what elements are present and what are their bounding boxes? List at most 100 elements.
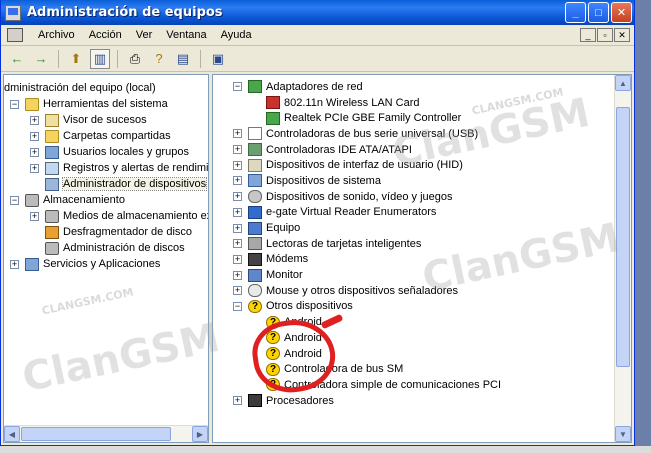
console-tree-item[interactable]: + Registros y alertas de rendimiento <box>4 160 208 176</box>
device-tree-item[interactable]: ? Controladora de bus SM <box>213 361 631 377</box>
scroll-left-arrow-icon[interactable]: ◀ <box>4 426 20 442</box>
scan-hardware-icon[interactable]: ▣ <box>208 49 228 69</box>
console-tree-item[interactable]: − Almacenamiento <box>4 192 208 208</box>
scrollbar-thumb[interactable] <box>616 107 630 367</box>
up-folder-icon[interactable]: ⬆ <box>66 49 86 69</box>
device-tree-item[interactable]: Realtek PCIe GBE Family Controller <box>213 110 631 126</box>
device-tree-item[interactable]: + Dispositivos de sonido, vídeo y juegos <box>213 189 631 205</box>
expand-icon[interactable]: + <box>233 207 242 217</box>
expand-icon[interactable]: + <box>30 147 39 157</box>
modem-device-icon <box>248 252 262 266</box>
window-title: Administración de equipos <box>27 5 223 20</box>
collapse-icon[interactable]: − <box>233 82 242 92</box>
tree-item-label: Desfragmentador de disco <box>63 226 193 238</box>
scrollbar-thumb[interactable] <box>21 427 171 441</box>
expand-icon[interactable]: + <box>233 239 242 249</box>
mmc-document-icon[interactable] <box>7 28 23 42</box>
device-tree-item[interactable]: ? Android <box>213 330 631 346</box>
expand-icon[interactable]: + <box>233 160 242 170</box>
console-tree-item[interactable]: Administrador de dispositivos <box>4 176 208 192</box>
device-tree-item[interactable]: + e-gate Virtual Reader Enumerators <box>213 205 631 221</box>
event-device-icon <box>45 113 59 127</box>
maximize-button[interactable]: □ <box>588 2 609 23</box>
folder-device-icon <box>45 129 59 143</box>
device-tree-item[interactable]: −? Otros dispositivos <box>213 299 631 315</box>
expand-icon[interactable]: + <box>10 259 19 269</box>
expand-icon[interactable]: + <box>233 145 242 155</box>
horizontal-scrollbar[interactable]: ◀ ▶ <box>4 425 208 442</box>
expand-icon[interactable]: + <box>233 129 242 139</box>
expand-icon[interactable]: + <box>233 254 242 264</box>
expand-icon[interactable]: + <box>233 396 242 406</box>
console-tree-item[interactable]: − Herramientas del sistema <box>4 96 208 112</box>
expand-icon[interactable]: + <box>233 270 242 280</box>
device-tree-item[interactable]: + Dispositivos de sistema <box>213 173 631 189</box>
expand-icon[interactable]: + <box>30 163 39 173</box>
menu-archivo[interactable]: Archivo <box>31 29 82 41</box>
show-hide-tree-icon[interactable]: ▥ <box>90 48 110 69</box>
device-tree-item[interactable]: 802.11n Wireless LAN Card <box>213 95 631 111</box>
close-button[interactable]: ✕ <box>611 2 632 23</box>
scroll-down-arrow-icon[interactable]: ▼ <box>615 426 631 442</box>
mdi-minimize-button[interactable]: _ <box>580 28 596 42</box>
computer-management-icon <box>5 4 21 21</box>
console-tree-item[interactable]: + Medios de almacenamiento extraíb <box>4 208 208 224</box>
tree-root-item[interactable]: dministración del equipo (local) <box>4 80 208 96</box>
device-tree-item[interactable]: + Módems <box>213 252 631 268</box>
collapse-icon[interactable]: − <box>10 195 19 205</box>
print-icon[interactable]: ⎙ <box>125 49 145 69</box>
console-tree-item[interactable]: + Visor de sucesos <box>4 112 208 128</box>
device-tree-item[interactable]: ? Android <box>213 314 631 330</box>
device-tree-item[interactable]: + Procesadores <box>213 393 631 409</box>
console-tree-item[interactable]: Administración de discos <box>4 240 208 256</box>
expand-icon[interactable]: + <box>30 115 39 125</box>
properties-icon[interactable]: ▤ <box>173 49 193 69</box>
help-icon[interactable]: ? <box>149 49 169 69</box>
title-bar[interactable]: Administración de equipos _ □ ✕ <box>1 0 634 25</box>
device-tree-item[interactable]: + Lectoras de tarjetas inteligentes <box>213 236 631 252</box>
device-tree-item[interactable]: + Monitor <box>213 267 631 283</box>
expand-icon[interactable]: + <box>233 176 242 186</box>
console-tree-item[interactable]: + Usuarios locales y grupos <box>4 144 208 160</box>
expand-icon[interactable]: + <box>233 223 242 233</box>
minimize-button[interactable]: _ <box>565 2 586 23</box>
tree-item-label: Administrador de dispositivos <box>61 177 208 191</box>
mdi-close-button[interactable]: ✕ <box>614 28 630 42</box>
tree-item-label: Medios de almacenamiento extraíb <box>63 210 208 222</box>
console-tree-item[interactable]: + Servicios y Aplicaciones <box>4 256 208 272</box>
console-tree-item[interactable]: Desfragmentador de disco <box>4 224 208 240</box>
expand-icon[interactable]: + <box>233 192 242 202</box>
device-tree-item[interactable]: − Adaptadores de red <box>213 79 631 95</box>
scroll-right-arrow-icon[interactable]: ▶ <box>192 426 208 442</box>
scroll-up-arrow-icon[interactable]: ▲ <box>615 75 631 91</box>
expand-icon[interactable]: + <box>233 286 242 296</box>
menu-ayuda[interactable]: Ayuda <box>214 29 259 41</box>
vertical-scrollbar[interactable]: ▲ ▼ <box>614 75 631 442</box>
console-tree-pane[interactable]: dministración del equipo (local) − Herrami… <box>3 74 209 443</box>
tree-item-label: 802.11n Wireless LAN Card <box>284 96 420 109</box>
net-device-icon <box>248 80 262 94</box>
menu-ver[interactable]: Ver <box>129 29 160 41</box>
console-tree-item[interactable]: + Carpetas compartidas <box>4 128 208 144</box>
back-arrow-icon[interactable]: ← <box>7 49 27 69</box>
collapse-icon[interactable]: − <box>233 301 242 311</box>
tree-item-label: Dispositivos de interfaz de usuario (HID… <box>266 159 463 172</box>
tree-item-label: Dispositivos de sistema <box>266 174 381 187</box>
menu-ventana[interactable]: Ventana <box>159 29 213 41</box>
device-tree-pane[interactable]: − Adaptadores de red 802.11n Wireless LAN … <box>212 74 632 443</box>
expand-icon[interactable]: + <box>30 131 39 141</box>
folder-device-icon <box>25 97 39 111</box>
expand-icon[interactable]: + <box>30 211 39 221</box>
menu-accion[interactable]: Acción <box>82 29 129 41</box>
mdi-restore-button[interactable]: ▫ <box>597 28 613 42</box>
device-tree-item[interactable]: ? Controladora simple de comunicaciones P… <box>213 377 631 393</box>
device-tree-item[interactable]: + Dispositivos de interfaz de usuario (HI… <box>213 157 631 173</box>
collapse-icon[interactable]: − <box>10 99 19 109</box>
device-tree-item[interactable]: + Controladoras IDE ATA/ATAPI <box>213 142 631 158</box>
snd-device-icon <box>248 190 262 204</box>
device-tree-item[interactable]: ? Android <box>213 346 631 362</box>
forward-arrow-icon[interactable]: → <box>31 49 51 69</box>
device-tree-item[interactable]: + Equipo <box>213 220 631 236</box>
device-tree-item[interactable]: + Mouse y otros dispositivos señaladores <box>213 283 631 299</box>
device-tree-item[interactable]: + Controladoras de bus serie universal (U… <box>213 126 631 142</box>
